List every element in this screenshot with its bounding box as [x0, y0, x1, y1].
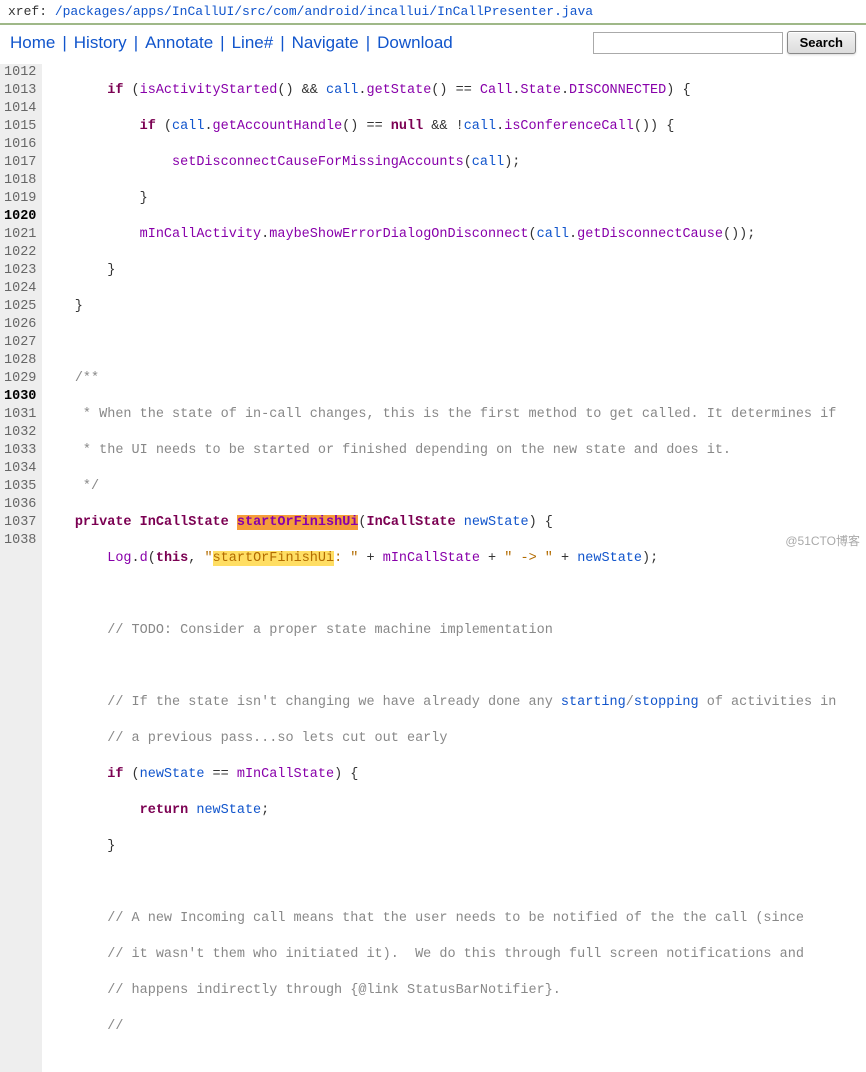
- line-number[interactable]: 1017: [4, 154, 36, 172]
- line-number[interactable]: 1018: [4, 172, 36, 190]
- line-number[interactable]: 1033: [4, 442, 36, 460]
- nav-links: Home | History | Annotate | Line# | Navi…: [10, 33, 593, 53]
- class[interactable]: Log: [107, 551, 131, 566]
- line-number[interactable]: 1023: [4, 262, 36, 280]
- string: "startOrFinishUi: ": [204, 551, 358, 566]
- line-number[interactable]: 1029: [4, 370, 36, 388]
- nav-sep: |: [220, 33, 224, 53]
- line-number[interactable]: 1034: [4, 460, 36, 478]
- link-starting[interactable]: starting: [561, 695, 626, 710]
- toolbar: Home | History | Annotate | Line# | Navi…: [0, 25, 866, 62]
- nav-navigate[interactable]: Navigate: [292, 33, 359, 53]
- line-number[interactable]: 1031: [4, 406, 36, 424]
- nav-history[interactable]: History: [74, 33, 127, 53]
- line-number[interactable]: 1026: [4, 316, 36, 334]
- keyword-private: private: [75, 515, 132, 530]
- field[interactable]: mInCallState: [383, 551, 480, 566]
- line-number[interactable]: 1020: [4, 208, 36, 226]
- var[interactable]: newState: [140, 767, 205, 782]
- param[interactable]: newState: [464, 515, 529, 530]
- class[interactable]: State: [520, 83, 561, 98]
- type[interactable]: InCallState: [140, 515, 229, 530]
- xref-label: xref:: [8, 4, 47, 19]
- line-number[interactable]: 1038: [4, 532, 36, 550]
- fn[interactable]: setDisconnectCauseForMissingAccounts: [172, 155, 464, 170]
- comment: // a previous pass...so lets cut out ear…: [107, 731, 447, 746]
- search-button[interactable]: Search: [787, 31, 856, 54]
- line-number[interactable]: 1019: [4, 190, 36, 208]
- line-number[interactable]: 1028: [4, 352, 36, 370]
- class[interactable]: Call: [480, 83, 512, 98]
- fn[interactable]: d: [140, 551, 148, 566]
- string: " -> ": [504, 551, 553, 566]
- line-number[interactable]: 1021: [4, 226, 36, 244]
- nav-download[interactable]: Download: [377, 33, 453, 53]
- nav-sep: |: [62, 33, 66, 53]
- fn[interactable]: maybeShowErrorDialogOnDisconnect: [269, 227, 528, 242]
- comment: // happens indirectly through {@link Sta…: [107, 983, 561, 998]
- fn[interactable]: isConferenceCall: [504, 119, 634, 134]
- comment: // it wasn't them who initiated it). We …: [107, 947, 804, 962]
- line-number[interactable]: 1035: [4, 478, 36, 496]
- comment: */: [75, 479, 99, 494]
- field[interactable]: mInCallState: [237, 767, 334, 782]
- nav-home[interactable]: Home: [10, 33, 55, 53]
- keyword-if: if: [107, 83, 123, 98]
- var-call[interactable]: call: [172, 119, 204, 134]
- comment: * When the state of in-call changes, thi…: [75, 407, 837, 422]
- line-number[interactable]: 1015: [4, 118, 36, 136]
- link-stopping[interactable]: stopping: [634, 695, 699, 710]
- line-number[interactable]: 1012: [4, 64, 36, 82]
- type[interactable]: InCallState: [367, 515, 456, 530]
- nav-sep: |: [134, 33, 138, 53]
- field[interactable]: DISCONNECTED: [569, 83, 666, 98]
- comment: // TODO: Consider a proper state machine…: [107, 623, 553, 638]
- fn[interactable]: isActivityStarted: [140, 83, 278, 98]
- xref-path[interactable]: /packages/apps/InCallUI/src/com/android/…: [47, 4, 593, 19]
- search-area: Search: [593, 31, 856, 54]
- nav-line[interactable]: Line#: [232, 33, 274, 53]
- nav-sep: |: [280, 33, 284, 53]
- line-number[interactable]: 1014: [4, 100, 36, 118]
- var-call[interactable]: call: [472, 155, 504, 170]
- code-area: 1012101310141015101610171018101910201021…: [0, 62, 866, 1072]
- line-gutter: 1012101310141015101610171018101910201021…: [0, 64, 42, 1072]
- nav-annotate[interactable]: Annotate: [145, 33, 213, 53]
- keyword-if: if: [107, 767, 123, 782]
- var-call[interactable]: call: [464, 119, 496, 134]
- line-number[interactable]: 1016: [4, 136, 36, 154]
- line-number[interactable]: 1030: [4, 388, 36, 406]
- var-call[interactable]: call: [537, 227, 569, 242]
- xref-breadcrumb: xref: /packages/apps/InCallUI/src/com/an…: [0, 0, 866, 25]
- method-decl-highlight[interactable]: startOrFinishUi: [237, 515, 359, 530]
- comment: // A new Incoming call means that the us…: [107, 911, 804, 926]
- keyword-null: null: [391, 119, 423, 134]
- line-number[interactable]: 1022: [4, 244, 36, 262]
- comment: * the UI needs to be started or finished…: [75, 443, 731, 458]
- search-input[interactable]: [593, 32, 783, 54]
- string-highlight: startOrFinishUi: [213, 551, 335, 566]
- fn[interactable]: getAccountHandle: [213, 119, 343, 134]
- line-number[interactable]: 1024: [4, 280, 36, 298]
- var[interactable]: newState: [196, 803, 261, 818]
- var[interactable]: newState: [577, 551, 642, 566]
- line-number[interactable]: 1013: [4, 82, 36, 100]
- code[interactable]: if (isActivityStarted() && call.getState…: [42, 64, 836, 1072]
- var-call[interactable]: call: [326, 83, 358, 98]
- line-number[interactable]: 1036: [4, 496, 36, 514]
- line-number[interactable]: 1037: [4, 514, 36, 532]
- keyword-return: return: [140, 803, 189, 818]
- fn[interactable]: getState: [366, 83, 431, 98]
- field[interactable]: mInCallActivity: [140, 227, 262, 242]
- line-number[interactable]: 1025: [4, 298, 36, 316]
- keyword-this: this: [156, 551, 188, 566]
- comment: // If the state isn't changing we have a…: [107, 695, 836, 710]
- fn[interactable]: getDisconnectCause: [577, 227, 723, 242]
- nav-sep: |: [366, 33, 370, 53]
- keyword-if: if: [140, 119, 156, 134]
- line-number[interactable]: 1027: [4, 334, 36, 352]
- line-number[interactable]: 1032: [4, 424, 36, 442]
- comment: /**: [75, 371, 99, 386]
- comment: //: [107, 1019, 123, 1034]
